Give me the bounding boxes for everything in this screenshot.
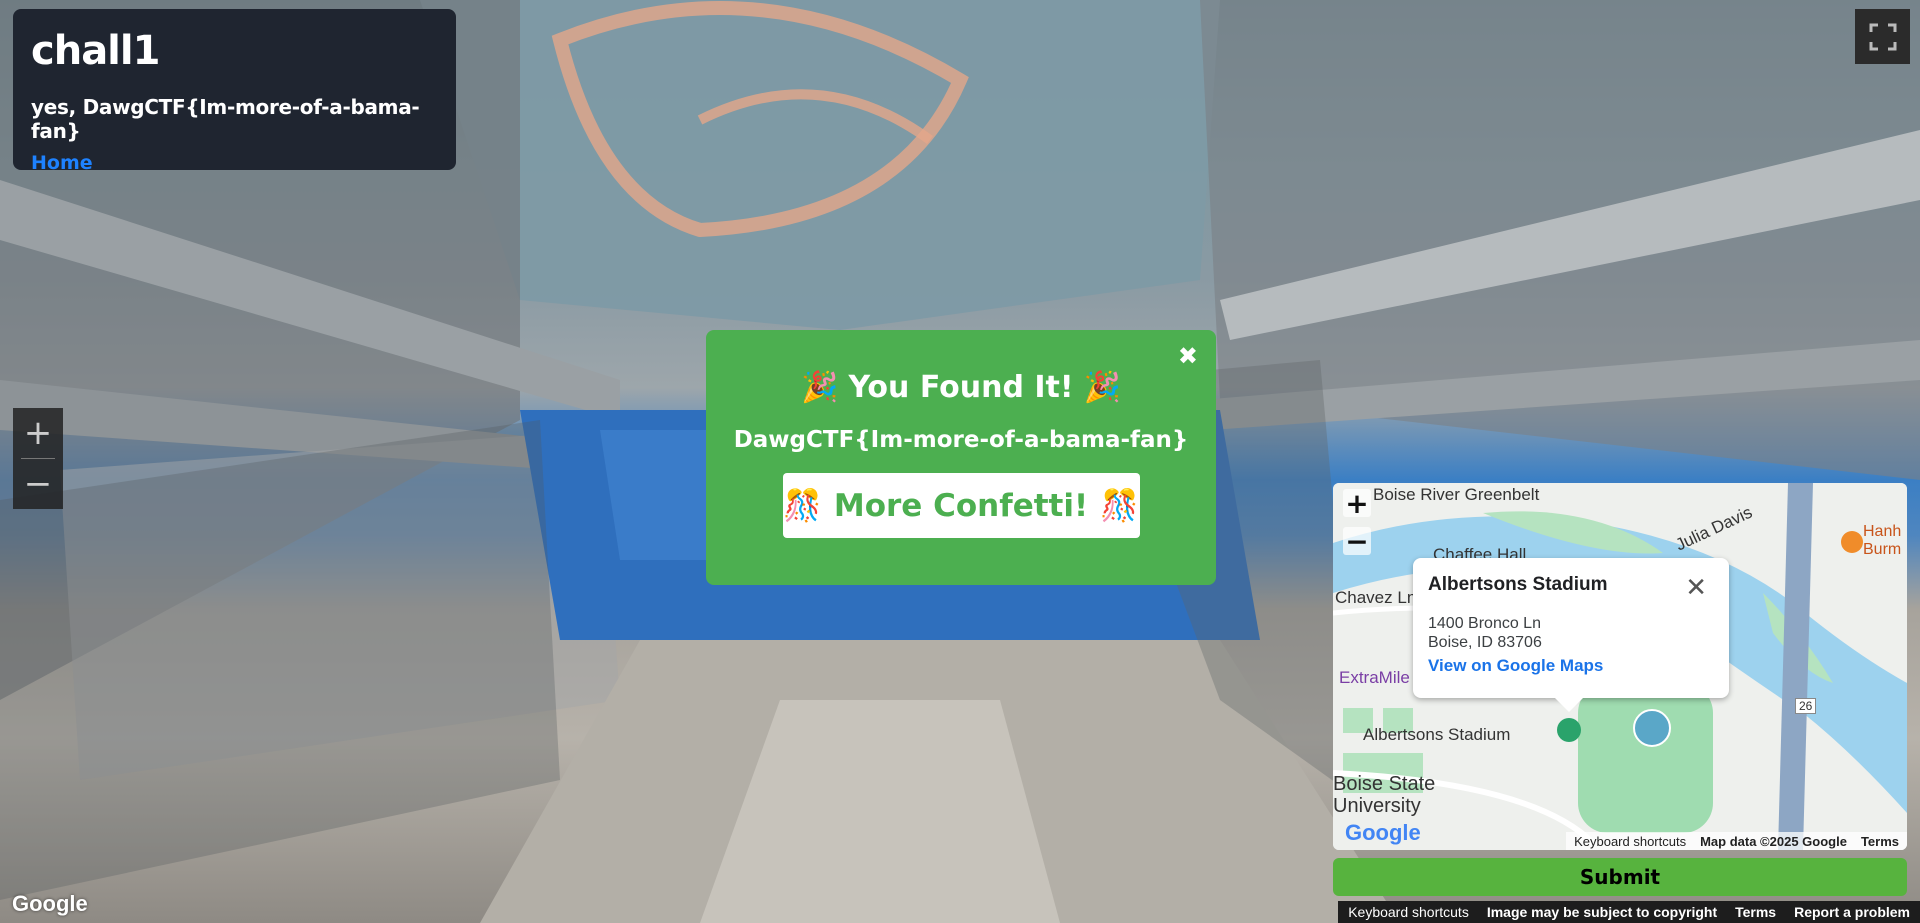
modal-flag-text: DawgCTF{Im-more-of-a-bama-fan} <box>733 427 1189 453</box>
map-label-bsu: Boise State University <box>1333 773 1436 817</box>
popup-address-line2: Boise, ID 83706 <box>1428 634 1542 651</box>
zoom-in-button[interactable]: + <box>13 408 63 458</box>
map-label-greenbelt: Boise River Greenbelt <box>1373 485 1540 504</box>
restaurant-icon <box>1841 531 1863 553</box>
map-label-chavez: Chavez Ln <box>1335 588 1417 607</box>
confetti-ball-icon: 🎊 <box>1100 488 1139 524</box>
view-on-google-maps-link[interactable]: View on Google Maps <box>1428 656 1714 676</box>
map-keyboard-shortcuts-link[interactable]: Keyboard shortcuts <box>1574 834 1686 849</box>
map-label-extramile: ExtraMile <box>1339 668 1410 687</box>
street-view-zoom-control: + − <box>13 408 63 509</box>
map-terms-link[interactable]: Terms <box>1861 834 1899 849</box>
close-icon[interactable]: ✕ <box>1685 572 1707 603</box>
place-popup: Albertsons Stadium ✕ 1400 Bronco Ln Bois… <box>1413 558 1729 712</box>
map-label-stadium: Albertsons Stadium <box>1363 725 1511 744</box>
copyright-notice: Image may be subject to copyright <box>1486 904 1718 920</box>
route-shield: 26 <box>1795 698 1817 714</box>
map-footer: Keyboard shortcuts Map data ©2025 Google… <box>1566 832 1907 850</box>
success-modal: ✖ 🎉 You Found It! 🎉 DawgCTF{Im-more-of-a… <box>706 330 1216 585</box>
modal-close-button[interactable]: ✖ <box>1178 342 1198 370</box>
pegman-icon[interactable] <box>1633 709 1671 747</box>
challenge-subtitle: yes, DawgCTF{Im-more-of-a-bama-fan} <box>31 95 420 143</box>
challenge-info-panel: chall1 yes, DawgCTF{Im-more-of-a-bama-fa… <box>13 9 456 174</box>
report-problem-link[interactable]: Report a problem <box>1794 904 1910 920</box>
modal-title-text: You Found It! <box>848 370 1074 405</box>
map-data-attribution: Map data ©2025 Google <box>1700 833 1847 849</box>
guess-map[interactable]: + − Boise River Greenbelt Chaffee Hall J… <box>1333 483 1907 850</box>
google-logo: Google <box>1345 820 1421 845</box>
zoom-out-button[interactable]: − <box>13 459 63 509</box>
more-confetti-label: More Confetti! <box>833 487 1089 524</box>
fullscreen-icon <box>1869 23 1896 50</box>
map-zoom-out-button[interactable]: − <box>1343 525 1371 558</box>
popup-address-line1: 1400 Bronco Ln <box>1428 615 1541 632</box>
terms-link[interactable]: Terms <box>1735 904 1776 920</box>
keyboard-shortcuts-link[interactable]: Keyboard shortcuts <box>1348 904 1469 920</box>
confetti-ball-icon: 🎊 <box>783 488 822 524</box>
google-logo: Google <box>12 891 88 916</box>
fullscreen-button[interactable] <box>1855 9 1910 64</box>
street-view-footer: Keyboard shortcuts Image may be subject … <box>1338 901 1920 923</box>
party-popper-icon: 🎉 <box>1083 370 1121 405</box>
map-zoom-in-button[interactable]: + <box>1343 487 1371 520</box>
party-popper-icon: 🎉 <box>801 370 839 405</box>
map-label-restaurant: Hanh Burm <box>1863 523 1902 558</box>
challenge-title: chall1 <box>31 28 160 74</box>
stadium-marker-icon <box>1557 718 1581 742</box>
home-link[interactable]: Home <box>31 152 93 174</box>
popup-address: 1400 Bronco Ln Boise, ID 83706 <box>1428 614 1714 652</box>
submit-button[interactable]: Submit <box>1333 858 1907 896</box>
popup-title: Albertsons Stadium <box>1428 574 1608 595</box>
modal-title: 🎉 You Found It! 🎉 <box>706 370 1216 405</box>
more-confetti-button[interactable]: 🎊 More Confetti! 🎊 <box>782 473 1140 538</box>
